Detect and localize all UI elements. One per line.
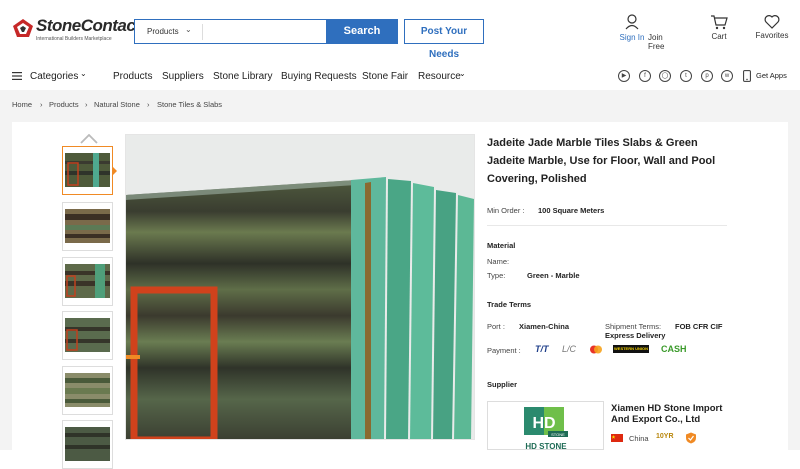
facebook-icon[interactable]: f [639, 70, 651, 82]
trade-terms-heading: Trade Terms [487, 300, 532, 309]
thumbnail-4[interactable] [62, 311, 113, 360]
cash-payment-icon: CASH [661, 344, 687, 354]
breadcrumb-products[interactable]: Products [49, 100, 79, 109]
thumbnail-1[interactable] [62, 146, 113, 195]
nav-item-resource[interactable]: Resource [418, 71, 461, 82]
breadcrumb-home[interactable]: Home [12, 100, 32, 109]
breadcrumb-stone-tiles[interactable]: Stone Tiles & Slabs [157, 100, 222, 109]
site-logo[interactable]: StoneContact International Builders Mark… [12, 16, 141, 44]
material-heading: Material [487, 241, 516, 250]
phone-icon [743, 70, 751, 82]
name-label: Name: [487, 257, 510, 266]
search-button[interactable]: Search [326, 19, 398, 44]
cart-label: Cart [711, 32, 727, 41]
thumbnail-image [65, 373, 110, 407]
chevron-up-icon[interactable] [80, 134, 98, 144]
youtube-icon[interactable]: ▶ [618, 70, 630, 82]
china-flag-icon [611, 434, 623, 442]
thumbnail-image [65, 427, 110, 461]
payment-label: Payment : [487, 346, 521, 355]
thumbnail-image [65, 264, 110, 298]
chevron-down-icon[interactable]: ⌄ [185, 25, 192, 34]
top-header: StoneContact International Builders Mark… [0, 0, 800, 62]
heart-icon [764, 15, 780, 29]
supplier-heading: Supplier [487, 380, 518, 389]
cart-button[interactable]: Cart [706, 14, 732, 41]
nav-item-buying-requests[interactable]: Buying Requests [281, 71, 357, 82]
get-apps-link[interactable]: Get Apps [756, 71, 787, 80]
twitter-icon[interactable]: t [680, 70, 692, 82]
thumbnail-2[interactable] [62, 202, 113, 251]
thumbnail-image [65, 153, 110, 187]
join-free-label: Join Free [648, 33, 665, 51]
search-divider [202, 24, 203, 40]
nav-item-stone-library[interactable]: Stone Library [213, 71, 272, 82]
shipment-terms-label: Shipment Terms: [605, 322, 662, 331]
years-badge: 10YR [656, 433, 674, 440]
min-order-label: Min Order : [487, 206, 525, 215]
divider [487, 225, 727, 226]
search-bar: Products ⌄ [134, 19, 327, 44]
categories-menu[interactable]: Categories [30, 71, 78, 82]
supplier-country: China [629, 434, 649, 443]
supplier-logo-hd: HD [532, 415, 555, 432]
breadcrumb-natural-stone[interactable]: Natural Stone [94, 100, 140, 109]
supplier-logo[interactable]: HD STONE HD STONE [487, 401, 604, 451]
chevron-right-icon: › [40, 100, 43, 109]
chevron-down-icon[interactable]: ⌄ [459, 69, 466, 78]
search-input[interactable] [205, 22, 323, 41]
nav-item-suppliers[interactable]: Suppliers [162, 71, 204, 82]
min-order-value: 100 Square Meters [538, 206, 605, 215]
lc-payment-icon: L/C [562, 344, 577, 354]
user-icon [625, 14, 639, 30]
product-title: Jadeite Jade Marble Tiles Slabs & Green … [487, 137, 716, 185]
post-your-needs-button[interactable]: Post Your Needs [404, 19, 484, 60]
chevron-right-icon: › [147, 100, 150, 109]
thumbnail-6[interactable] [62, 420, 113, 469]
shipment-terms-value: FOB CFR CIF [675, 322, 723, 331]
express-delivery: Express Delivery [605, 331, 666, 340]
port-label: Port : [487, 322, 505, 331]
chevron-right-icon: › [85, 100, 88, 109]
whatsapp-icon[interactable]: w [721, 70, 733, 82]
search-category-select[interactable]: Products [147, 27, 179, 36]
thumbnail-3[interactable] [62, 257, 113, 306]
nav-item-products[interactable]: Products [113, 71, 152, 82]
favorites-label: Favorites [755, 31, 789, 40]
supplier-logo-stone: STONE [551, 432, 565, 437]
logo-mark-icon [13, 19, 33, 37]
type-label: Type: [487, 271, 506, 280]
menu-icon [12, 72, 22, 80]
user-account[interactable] [618, 14, 646, 32]
verified-shield-icon [686, 432, 696, 444]
selected-indicator [113, 167, 117, 175]
main-product-image [125, 134, 475, 440]
logo-title: StoneContact [36, 16, 141, 35]
instagram-icon[interactable]: ◯ [659, 70, 671, 82]
thumbnail-image [65, 209, 110, 243]
cart-icon [711, 15, 728, 30]
product-photo [126, 135, 474, 439]
tt-payment-icon: T/T [535, 344, 549, 354]
pinterest-icon[interactable]: p [701, 70, 713, 82]
thumbnail-image [65, 318, 110, 352]
western-union-icon: WESTERN UNION [613, 345, 649, 353]
type-value: Green - Marble [527, 271, 580, 280]
join-free-link[interactable]: Join Free [636, 33, 670, 51]
port-value: Xiamen-China [519, 322, 570, 331]
mastercard-icon [590, 345, 602, 354]
logo-tagline: International Builders Marketplace [36, 36, 112, 42]
favorites-button[interactable]: Favorites [754, 14, 790, 40]
supplier-logo-image: HD STONE HD STONE [524, 407, 568, 451]
supplier-name-link[interactable]: Xiamen HD Stone Import And Export Co., L… [611, 403, 741, 425]
nav-item-stone-fair[interactable]: Stone Fair [362, 71, 408, 82]
chevron-down-icon[interactable]: ⌄ [80, 69, 87, 78]
thumbnail-5[interactable] [62, 366, 113, 415]
